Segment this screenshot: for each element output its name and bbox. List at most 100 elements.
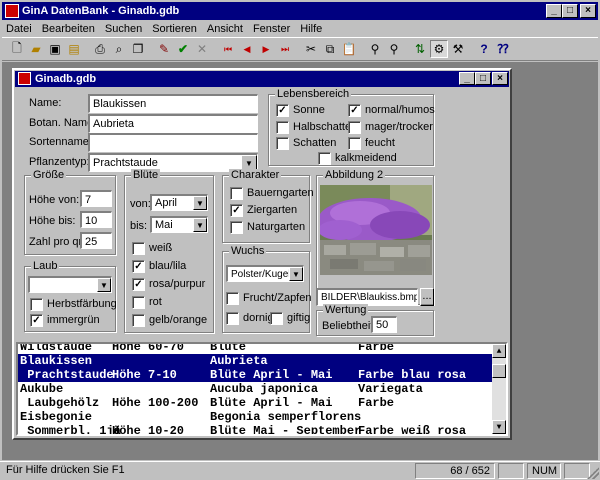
browse-button[interactable]: ... — [420, 288, 434, 306]
close-button[interactable]: × — [580, 4, 596, 18]
bluete-blaulila-checkbox[interactable]: ✓ — [132, 260, 145, 273]
status-record-counter: 68 / 652 — [415, 463, 495, 479]
wuchs-giftig-checkbox[interactable] — [270, 312, 283, 325]
name-label: Name: — [29, 97, 62, 109]
char-bauerngarten-checkbox[interactable] — [230, 187, 243, 200]
laub-herbstfrbung-checkbox[interactable] — [30, 298, 43, 311]
menu-datei[interactable]: Datei — [6, 23, 32, 35]
list-row[interactable]: Wildstaude Höhe 60-70 Blüte Farbe — [18, 344, 492, 354]
beliebtheit-field[interactable]: 50 — [371, 316, 397, 333]
copy-icon[interactable]: ⧉ — [321, 40, 339, 58]
list-cell-c2: Höhe 7-10 — [112, 368, 177, 382]
list-row[interactable]: Blaukissen Aubrieta — [18, 354, 492, 368]
previous-record-icon[interactable]: ◀ — [238, 40, 256, 58]
chevron-down-icon[interactable]: ▼ — [289, 267, 303, 281]
sorten-field[interactable] — [88, 133, 258, 152]
leb-halbschatten-checkbox[interactable] — [276, 121, 289, 134]
print-icon[interactable]: ⎙ — [91, 40, 109, 58]
document-icon[interactable] — [18, 72, 31, 85]
menu-hilfe[interactable]: Hilfe — [300, 23, 322, 35]
hoehe-von-field[interactable]: 7 — [80, 190, 112, 207]
list-row[interactable]: Sommerbl. 1jä Höhe 10-20 Blüte Mai - Septe… — [18, 424, 492, 436]
botan-field[interactable]: Aubrieta — [88, 114, 258, 133]
last-record-icon[interactable]: ⏭ — [276, 40, 294, 58]
leb-magertrocker-checkbox[interactable] — [348, 121, 361, 134]
menu-bearbeiten[interactable]: Bearbeiten — [42, 23, 95, 35]
document-title-bar: Ginadb.gdb _ □ × — [15, 71, 509, 87]
list-scrollbar[interactable]: ▲ ▼ — [492, 344, 506, 434]
wuchs-select[interactable]: Polster/Kugel ▼ — [226, 265, 304, 282]
cut-icon[interactable]: ✂ — [302, 40, 320, 58]
hoehe-bis-field[interactable]: 10 — [80, 211, 112, 228]
sort-icon[interactable]: ⇅ — [411, 40, 429, 58]
tools-icon[interactable]: ⚒ — [449, 40, 467, 58]
new-file-icon[interactable]: 🗋 — [8, 40, 26, 58]
document-title: Ginadb.gdb — [35, 73, 97, 85]
list-cell-c3: Aucuba japonica — [210, 382, 319, 396]
record-list[interactable]: Wildstaude Höhe 60-70 Blüte Farbe Blaukissen… — [16, 342, 508, 436]
help-icon[interactable]: ? — [475, 40, 493, 58]
menu-ansicht[interactable]: Ansicht — [207, 23, 243, 35]
doc-maximize-button[interactable]: □ — [475, 72, 491, 85]
bluete-bis-label: bis: — [130, 220, 148, 232]
list-row[interactable]: Prachtstaude Höhe 7-10 Blüte April - Mai Fa… — [18, 368, 492, 382]
bluete-von-select[interactable]: April ▼ — [150, 194, 208, 211]
char-ziergarten-checkbox[interactable]: ✓ — [230, 204, 243, 217]
doc-close-button[interactable]: × — [492, 72, 508, 85]
scroll-up-icon[interactable]: ▲ — [492, 344, 506, 358]
resize-grip-icon[interactable] — [587, 467, 599, 479]
checkmark-icon[interactable]: ✔ — [174, 40, 192, 58]
context-help-icon[interactable]: ⁇ — [494, 40, 512, 58]
filter-icon[interactable]: ⚙ — [430, 40, 448, 58]
bluete-gelborange-checkbox[interactable] — [132, 314, 145, 327]
doc-minimize-button[interactable]: _ — [459, 72, 475, 85]
list-cell-c3: Blüte Mai - September — [210, 424, 362, 436]
list-row[interactable]: Laubgehölz Höhe 100-200 Blüte April - Mai F… — [18, 396, 492, 410]
export-icon[interactable]: ▤ — [65, 40, 83, 58]
chevron-down-icon[interactable]: ▼ — [193, 196, 207, 210]
leb-schatten-checkbox[interactable] — [276, 137, 289, 150]
find-icon[interactable]: ⚲ — [366, 40, 384, 58]
list-row[interactable]: Aukube Aucuba japonica Variegata — [18, 382, 492, 396]
chevron-down-icon[interactable]: ▼ — [193, 218, 207, 232]
bluete-von-label: von: — [130, 198, 151, 210]
char-naturgarten-checkbox[interactable] — [230, 221, 243, 234]
scroll-down-icon[interactable]: ▼ — [492, 420, 506, 434]
copy-record-icon[interactable]: ❐ — [129, 40, 147, 58]
scroll-thumb[interactable] — [492, 364, 506, 378]
app-icon[interactable] — [5, 4, 19, 18]
pflanzentyp-label: Pflanzentyp: — [29, 156, 90, 168]
menu-suchen[interactable]: Suchen — [105, 23, 142, 35]
list-row[interactable]: Eisbegonie Begonia semperflorens — [18, 410, 492, 424]
leb-kalkmeidend-checkbox[interactable] — [318, 152, 331, 165]
bluete-rosapurpur-checkbox[interactable]: ✓ — [132, 278, 145, 291]
menu-fenster[interactable]: Fenster — [253, 23, 290, 35]
wuchs-fruchtzapfen-checkbox[interactable] — [226, 292, 239, 305]
laub-herbstfrbung-label: Herbstfärbung — [47, 298, 117, 310]
bluete-bis-select[interactable]: Mai ▼ — [150, 216, 208, 233]
paste-icon[interactable]: 📋 — [340, 40, 358, 58]
maximize-button[interactable]: □ — [562, 4, 578, 18]
chevron-down-icon[interactable]: ▼ — [97, 278, 111, 292]
print-preview-icon[interactable]: ⌕ — [110, 40, 128, 58]
cancel-icon[interactable]: ✕ — [193, 40, 211, 58]
wuchs-dornig-checkbox[interactable] — [226, 312, 239, 325]
bluete-rot-checkbox[interactable] — [132, 296, 145, 309]
bluete-bis-value: Mai — [155, 219, 173, 231]
name-field[interactable]: Blaukissen — [88, 94, 258, 113]
laub-immergrn-checkbox[interactable]: ✓ — [30, 314, 43, 327]
minimize-button[interactable]: _ — [546, 4, 562, 18]
first-record-icon[interactable]: ⏮ — [219, 40, 237, 58]
leb-feucht-checkbox[interactable] — [348, 137, 361, 150]
find-next-icon[interactable]: ⚲ — [385, 40, 403, 58]
open-folder-icon[interactable]: ▰ — [27, 40, 45, 58]
edit-icon[interactable]: ✎ — [155, 40, 173, 58]
save-icon[interactable]: ▣ — [46, 40, 64, 58]
zahl-field[interactable]: 25 — [80, 232, 112, 249]
bluete-wei-checkbox[interactable] — [132, 242, 145, 255]
next-record-icon[interactable]: ▶ — [257, 40, 275, 58]
laub-select[interactable]: ▼ — [28, 276, 112, 293]
leb-normalhumos-checkbox[interactable]: ✓ — [348, 104, 361, 117]
leb-sonne-checkbox[interactable]: ✓ — [276, 104, 289, 117]
menu-sortieren[interactable]: Sortieren — [152, 23, 197, 35]
